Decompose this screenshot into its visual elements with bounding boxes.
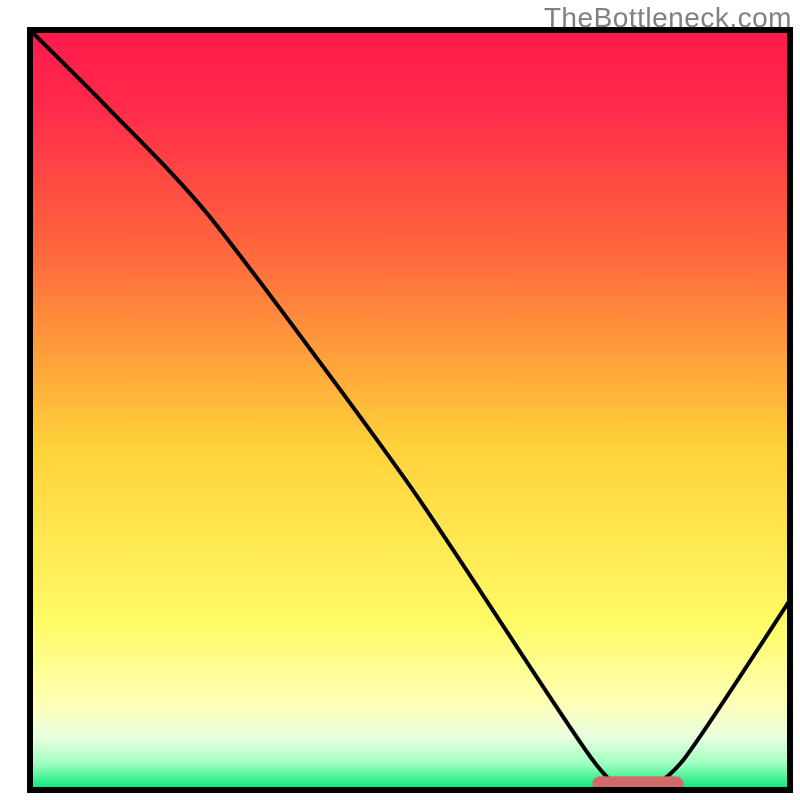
chart-container: TheBottleneck.com — [0, 0, 800, 800]
watermark-text: TheBottleneck.com — [544, 2, 792, 34]
chart-svg — [0, 0, 800, 800]
